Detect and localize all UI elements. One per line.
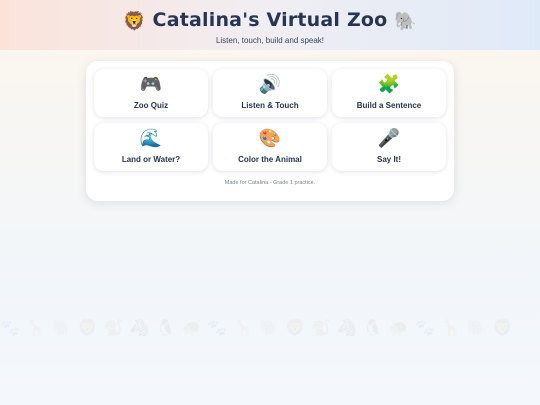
page-subtitle: Listen, touch, build and speak! [215,36,325,45]
card-label: Say It! [376,155,401,164]
color-animal-button[interactable]: 🎨 Color the Animal [213,123,327,171]
elephant-icon: 🐘 [394,11,417,32]
wave-icon: 🌊 [139,128,163,149]
say-it-button[interactable]: 🎤 Say It! [332,123,446,171]
speaker-icon: 🔊 [258,74,282,95]
card-label: Zoo Quiz [133,101,169,110]
page-title: 🦁 Catalina's Virtual Zoo 🐘 [0,8,540,34]
footer-note: Made for Catalina - Grade 1 practice. [224,180,316,186]
card-label: Listen & Touch [241,101,299,110]
palette-icon: 🎨 [258,128,282,149]
zoo-quiz-button[interactable]: 🎮 Zoo Quiz [94,69,208,117]
app-header: 🦁 Catalina's Virtual Zoo 🐘 Listen, touch… [0,0,540,50]
listen-touch-button[interactable]: 🔊 Listen & Touch [213,69,327,117]
puzzle-piece-icon: 🧩 [377,74,401,95]
build-sentence-button[interactable]: 🧩 Build a Sentence [332,69,446,117]
lion-icon: 🦁 [123,11,146,32]
title-text: Catalina's Virtual Zoo [152,9,388,31]
card-label: Land or Water? [121,155,181,164]
card-label: Build a Sentence [356,101,422,110]
microphone-icon: 🎤 [377,128,401,149]
card-label: Color the Animal [238,155,302,164]
land-or-water-button[interactable]: 🌊 Land or Water? [94,123,208,171]
activity-panel: 🎮 Zoo Quiz 🔊 Listen & Touch 🧩 Build a Se… [86,61,454,201]
decorative-background-pattern: 🐾🦒🐘🦁🐒🦓🐧🐢🐾🦒🐘🦁🐒🦓🐧🐢🐾🦒🐘🦁 [0,318,519,337]
game-controller-icon: 🎮 [139,74,163,95]
